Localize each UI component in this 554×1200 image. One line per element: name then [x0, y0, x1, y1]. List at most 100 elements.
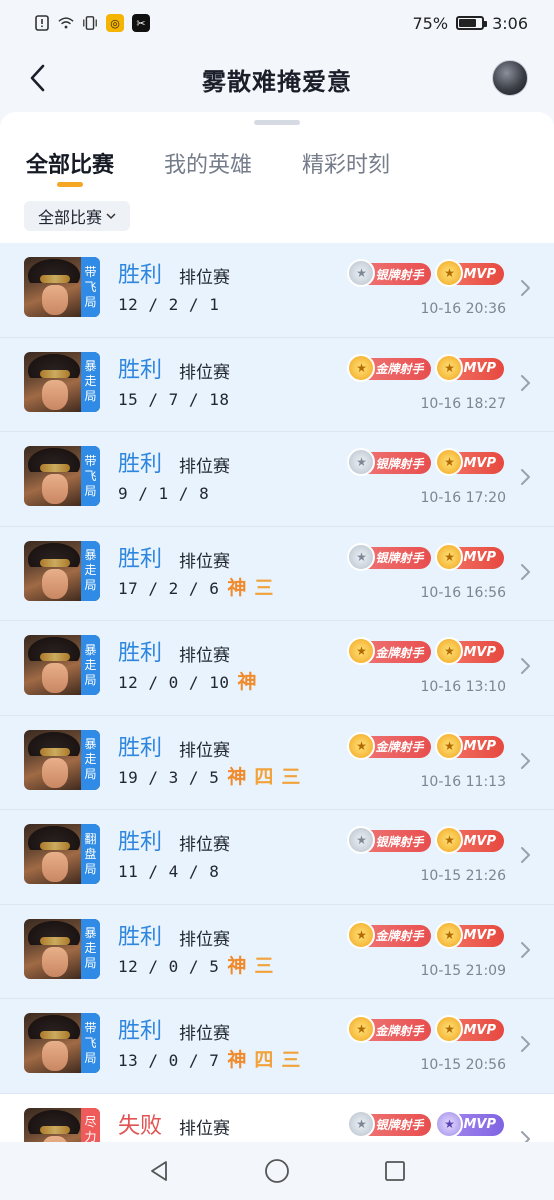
match-result: 胜利 [118, 924, 163, 950]
navigation-bar: 雾散难掩爱意 [0, 46, 554, 112]
match-result: 胜利 [118, 735, 163, 761]
tier-label: 银牌射手 [375, 551, 424, 565]
tier-label: 银牌射手 [375, 456, 424, 471]
hero-portrait: 带飞局 [24, 446, 100, 506]
mvp-label: MVP [463, 644, 496, 660]
match-time: 10-15 20:56 [420, 1057, 506, 1073]
kda-line: 13 / 0 / 7 神四三 [118, 1049, 300, 1071]
gold-medal-icon: ★ [347, 731, 376, 760]
hero-tag-char: 局 [84, 767, 97, 781]
mvp-medal-icon: ★ [435, 731, 464, 760]
mvp-label: MVP [463, 833, 496, 849]
mvp-badge: ★ MVP [435, 448, 504, 476]
status-right: 75% 3:06 [413, 14, 529, 33]
battery-percent: 75% [412, 13, 449, 33]
chevron-right-icon [520, 941, 534, 961]
clock: 3:06 [492, 13, 528, 33]
hero-tag-char: 盘 [84, 846, 97, 861]
hero-tag-char: 走 [84, 374, 97, 388]
hero-tag-char: 暴 [84, 642, 97, 657]
silver-medal-icon: ★ [347, 826, 376, 854]
match-result: 胜利 [118, 357, 163, 383]
hero-face [42, 946, 68, 977]
mvp-label: MVP [463, 1117, 496, 1132]
match-time: 10-16 18:27 [420, 395, 506, 412]
kill-streak-badge: 神 [227, 1049, 247, 1071]
match-row[interactable]: 尽力局 失败 排位赛 ★ 银牌射手 ★ MVP [0, 1093, 554, 1142]
vibrate-icon [82, 15, 98, 31]
match-row[interactable]: 暴走局 胜利 排位赛 15 / 7 / 18 ★ 金牌射手 ★ MVP 10-1… [0, 337, 554, 432]
match-time: 10-16 17:20 [420, 490, 506, 506]
match-row[interactable]: 暴走局 胜利 排位赛 19 / 3 / 5 神四三 ★ 金牌射手 ★ MVP 1… [0, 715, 554, 810]
match-row[interactable]: 暴走局 胜利 排位赛 12 / 0 / 5 神三 ★ 金牌射手 ★ MVP 10… [0, 904, 554, 999]
kda-score: 11 / 4 / 8 [118, 862, 220, 881]
filter-label: 全部比赛 [38, 208, 103, 227]
tab-all-matches[interactable]: 全部比赛 [26, 147, 114, 189]
hero-tag-char: 局 [84, 389, 97, 403]
alert-icon [34, 15, 50, 31]
mvp-medal-icon: ★ [435, 1015, 464, 1043]
tab-my-heroes[interactable]: 我的英雄 [164, 147, 252, 189]
tier-label: 银牌射手 [375, 1118, 424, 1132]
hero-portrait: 带飞局 [24, 257, 100, 317]
kda-score: 15 / 7 / 18 [118, 389, 230, 409]
hero-tag-char: 力 [84, 1130, 97, 1142]
back-button[interactable] [20, 60, 56, 96]
match-row[interactable]: 翻盘局 胜利 排位赛 11 / 4 / 8 ★ 银牌射手 ★ MVP 10-15… [0, 810, 554, 905]
system-recents-button[interactable] [375, 1151, 415, 1191]
badge-group: ★ 金牌射手 ★ MVP [347, 1015, 504, 1043]
badge-group: ★ 银牌射手 ★ MVP [347, 448, 504, 476]
kill-streak-badge: 四 [254, 765, 274, 788]
match-result: 失败 [118, 1113, 163, 1139]
match-row[interactable]: 带飞局 胜利 排位赛 9 / 1 / 8 ★ 银牌射手 ★ MVP 10-16 … [0, 432, 554, 527]
hero-face [42, 663, 68, 693]
system-home-button[interactable] [257, 1151, 297, 1191]
match-mode: 排位赛 [179, 362, 230, 383]
match-time: 10-15 21:09 [420, 962, 506, 979]
hero-tag-char: 局 [84, 861, 97, 876]
kda-score: 17 / 2 / 6 [118, 578, 220, 598]
match-tag: 暴走局 [81, 918, 100, 979]
match-row[interactable]: 带飞局 胜利 排位赛 12 / 2 / 1 ★ 银牌射手 ★ MVP 10-16… [0, 243, 554, 338]
recents-square-icon [385, 1161, 405, 1181]
mvp-medal-icon: ★ [435, 1109, 464, 1138]
match-mode: 排位赛 [179, 740, 230, 761]
match-row[interactable]: 暴走局 胜利 排位赛 17 / 2 / 6 神三 ★ 银牌射手 ★ MVP 10… [0, 526, 554, 621]
match-mode: 排位赛 [179, 929, 230, 950]
kda-line: 9 / 1 / 8 [118, 484, 209, 503]
match-filter-dropdown[interactable]: 全部比赛 [24, 201, 131, 231]
wifi-icon [58, 15, 74, 31]
tier-badge: ★ 金牌射手 [347, 353, 432, 382]
system-back-button[interactable] [139, 1151, 179, 1191]
match-time: 10-16 11:13 [420, 773, 506, 790]
gold-medal-icon: ★ [347, 353, 376, 382]
mvp-label: MVP [463, 928, 496, 943]
mvp-label: MVP [463, 550, 496, 565]
mvp-badge: ★ MVP [435, 637, 504, 665]
tier-badge: ★ 银牌射手 [347, 448, 432, 476]
avatar[interactable] [492, 60, 528, 96]
tab-highlights[interactable]: 精彩时刻 [302, 147, 390, 189]
tier-badge: ★ 银牌射手 [347, 826, 432, 854]
tier-label: 金牌射手 [375, 740, 424, 754]
hero-portrait: 翻盘局 [24, 824, 100, 884]
tab-bar: 全部比赛 我的英雄 精彩时刻 [0, 125, 554, 189]
hero-tag-char: 局 [84, 1050, 97, 1065]
silver-medal-icon: ★ [347, 542, 376, 571]
match-mode: 排位赛 [179, 1024, 230, 1044]
mvp-medal-icon: ★ [435, 826, 464, 854]
chevron-right-icon [520, 657, 534, 677]
tier-label: 金牌射手 [375, 645, 424, 660]
tier-label: 银牌射手 [375, 267, 424, 282]
match-row[interactable]: 暴走局 胜利 排位赛 12 / 0 / 10 神 ★ 金牌射手 ★ MVP 10… [0, 621, 554, 716]
tier-label: 金牌射手 [375, 929, 424, 943]
hero-tag-char: 局 [84, 483, 97, 498]
badge-group: ★ 金牌射手 ★ MVP [347, 731, 504, 760]
chevron-right-icon [520, 1035, 534, 1055]
badge-group: ★ 银牌射手 ★ MVP [347, 1109, 504, 1138]
match-row[interactable]: 带飞局 胜利 排位赛 13 / 0 / 7 神四三 ★ 金牌射手 ★ MVP 1… [0, 999, 554, 1094]
hero-tag-char: 走 [84, 941, 97, 955]
hero-portrait: 暴走局 [24, 540, 100, 601]
filter-row: 全部比赛 [0, 189, 554, 243]
gold-medal-icon: ★ [347, 1015, 376, 1043]
